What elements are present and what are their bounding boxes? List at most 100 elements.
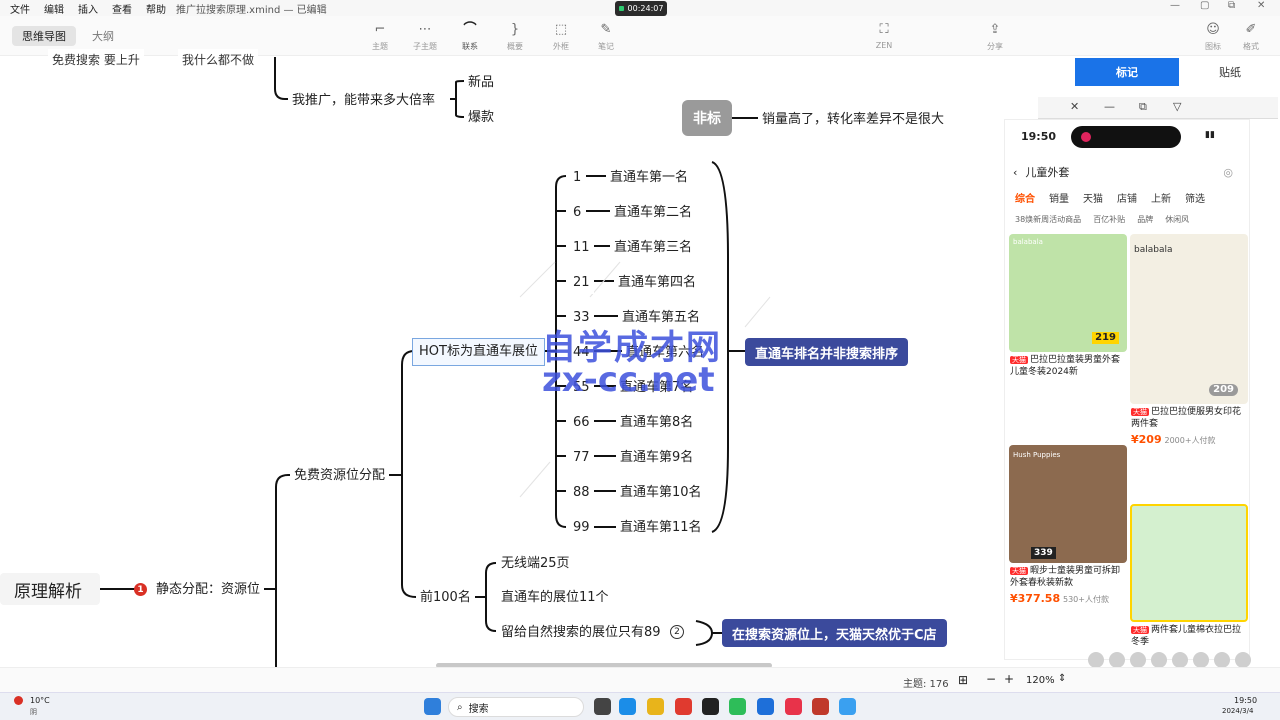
hot-product-node[interactable]: 爆款 — [464, 107, 499, 129]
app-icon[interactable] — [812, 698, 829, 715]
zoom-in-icon[interactable]: + — [1004, 672, 1014, 686]
position-number[interactable]: 6 — [569, 202, 586, 224]
sort-tab-new[interactable]: 上新 — [1151, 190, 1171, 205]
ztc-slots-node[interactable]: 直通车的展位11个 — [497, 587, 613, 609]
product-card[interactable]: balabala 219 天猫 巴拉巴拉童装男童外套儿童冬装2024新 — [1009, 234, 1127, 380]
phone-control-icon[interactable] — [1193, 652, 1209, 668]
summary-tag[interactable]: 直通车排名并非搜索排序 — [745, 338, 909, 366]
weather-temp[interactable]: 10°C — [30, 696, 50, 705]
nonstandard-tag[interactable]: 非标 — [682, 100, 732, 136]
tab-stickers[interactable]: 贴纸 — [1185, 58, 1275, 86]
new-product-node[interactable]: 新品 — [464, 72, 499, 94]
menu-view[interactable]: 查看 — [112, 1, 132, 16]
zoom-dropdown-icon[interactable]: ⇕ — [1058, 673, 1066, 684]
tab-mindmap[interactable]: 思维导图 — [12, 26, 76, 46]
summary-button[interactable]: } 概要 — [495, 19, 535, 52]
app-icon[interactable] — [702, 698, 719, 715]
tab-markers[interactable]: 标记 — [1075, 58, 1179, 86]
product-card[interactable]: 天猫 两件套儿童棉衣拉巴拉冬季 — [1130, 504, 1248, 650]
position-number[interactable]: 77 — [569, 447, 594, 469]
phone-control-icon[interactable] — [1235, 652, 1251, 668]
clock-time[interactable]: 19:50 — [1234, 696, 1257, 705]
phone-control-icon[interactable] — [1130, 652, 1146, 668]
pin-icon[interactable]: ▽ — [1173, 100, 1181, 113]
share-button[interactable]: ⇪ 分享 — [975, 19, 1015, 52]
menu-edit[interactable]: 编辑 — [44, 1, 64, 16]
camera-search-icon[interactable]: ◎ — [1223, 166, 1233, 179]
position-label[interactable]: 直通车第一名 — [606, 167, 693, 189]
format-button[interactable]: ✐ 格式 — [1231, 19, 1271, 52]
sticker-button[interactable]: ☺ 图标 — [1193, 19, 1233, 52]
position-number[interactable]: 88 — [569, 482, 594, 504]
minimize-icon[interactable]: — — [1170, 0, 1180, 11]
phone-control-icon[interactable] — [1172, 652, 1188, 668]
position-number[interactable]: 21 — [569, 272, 594, 294]
hot-node[interactable]: HOT标为直通车展位 — [412, 338, 545, 366]
position-label[interactable]: 直通车第二名 — [610, 202, 697, 224]
windows-start-icon[interactable] — [424, 698, 441, 715]
fragment-node-2[interactable]: 我什么都不做 — [178, 49, 259, 71]
zen-button[interactable]: ⛶ ZEN — [864, 19, 904, 50]
back-icon[interactable]: ‹ — [1013, 166, 1017, 179]
edge-icon[interactable] — [619, 698, 636, 715]
summary-tag-2[interactable]: 在搜索资源位上，天猫天然优于C店 — [722, 619, 947, 647]
free-resource-node[interactable]: 免费资源位分配 — [290, 465, 390, 487]
wechat-icon[interactable] — [729, 698, 746, 715]
fragment-node[interactable]: 免费搜索 要上升 — [48, 49, 144, 71]
topic-button[interactable]: ⌐ 主题 — [360, 19, 400, 52]
chrome-icon[interactable] — [647, 698, 664, 715]
menu-insert[interactable]: 插入 — [78, 1, 98, 16]
position-label[interactable]: 直通车第11名 — [616, 517, 706, 539]
relationship-button[interactable]: ⌒ 联系 — [450, 19, 490, 52]
position-number[interactable]: 99 — [569, 517, 594, 539]
phone-search-bar[interactable]: ‹ 儿童外套 ◎ — [1013, 160, 1233, 184]
phone-control-icon[interactable] — [1151, 652, 1167, 668]
menu-file[interactable]: 文件 — [10, 1, 30, 16]
maximize-icon[interactable]: ▢ — [1200, 0, 1209, 11]
root-node[interactable]: 原理解析 — [0, 573, 100, 605]
phone-screen[interactable]: 19:50 ▮▮ ‹ 儿童外套 ◎ 综合 销量 天猫 店铺 上新 筛选 38焕新… — [1004, 119, 1250, 660]
position-number[interactable]: 11 — [569, 237, 594, 259]
chip[interactable]: 38焕新周活动商品 — [1015, 214, 1081, 225]
task-view-icon[interactable] — [594, 698, 611, 715]
menu-help[interactable]: 帮助 — [146, 1, 166, 16]
chip[interactable]: 品牌 — [1137, 214, 1153, 225]
position-label[interactable]: 直通车第8名 — [616, 412, 698, 434]
nonstandard-note[interactable]: 销量高了，转化率差异不是很大 — [758, 109, 949, 131]
position-label[interactable]: 直通车第10名 — [616, 482, 706, 504]
position-number[interactable]: 1 — [569, 167, 586, 189]
subtopic-button[interactable]: ⋯ 子主题 — [405, 19, 445, 52]
position-label[interactable]: 直通车第四名 — [614, 272, 701, 294]
zoom-level[interactable]: 120% — [1026, 675, 1055, 686]
close-icon[interactable]: ✕ — [1257, 0, 1265, 11]
taskbar-search[interactable]: ⌕ 搜索 — [448, 697, 584, 717]
boundary-button[interactable]: ⬚ 外框 — [541, 19, 581, 52]
phone-control-icon[interactable] — [1109, 652, 1125, 668]
wireless-pages-node[interactable]: 无线端25页 — [497, 553, 574, 575]
app-icon[interactable] — [757, 698, 774, 715]
product-card[interactable]: Hush Puppies 339 天猫 暇步士童装男童可拆卸外套春秋装新款 ¥37… — [1009, 445, 1127, 608]
chip[interactable]: 百亿补贴 — [1093, 214, 1125, 225]
restore-icon[interactable]: ⧉ — [1228, 0, 1235, 11]
position-label[interactable]: 直通车第三名 — [610, 237, 697, 259]
note-button[interactable]: ✎ 笔记 — [586, 19, 626, 52]
clock-date[interactable]: 2024/3/4 — [1222, 707, 1253, 715]
minimize-icon[interactable]: — — [1104, 100, 1115, 113]
sort-tab-store[interactable]: 店铺 — [1117, 190, 1137, 205]
fullscreen-icon[interactable]: ⧉ — [1139, 100, 1147, 114]
chip[interactable]: 休闲风 — [1165, 214, 1189, 225]
map-view-icon[interactable]: ⊞ — [958, 673, 968, 687]
xmind-icon[interactable] — [675, 698, 692, 715]
sort-tab-general[interactable]: 综合 — [1015, 190, 1035, 205]
position-number[interactable]: 66 — [569, 412, 594, 434]
zoom-out-icon[interactable]: − — [986, 672, 996, 686]
sort-tab-tmall[interactable]: 天猫 — [1083, 190, 1103, 205]
close-icon[interactable]: ✕ — [1070, 100, 1079, 113]
app-icon[interactable] — [785, 698, 802, 715]
natural-slots-node[interactable]: 留给自然搜索的展位只有89 — [497, 622, 665, 644]
product-card[interactable]: balabala 209 天猫 巴拉巴拉便服男女印花两件套 ¥209 2000+人… — [1130, 234, 1248, 449]
static-allocation-node[interactable]: 静态分配：资源位 — [152, 579, 265, 601]
phone-control-icon[interactable] — [1088, 652, 1104, 668]
position-label[interactable]: 直通车第9名 — [616, 447, 698, 469]
app-icon[interactable] — [839, 698, 856, 715]
